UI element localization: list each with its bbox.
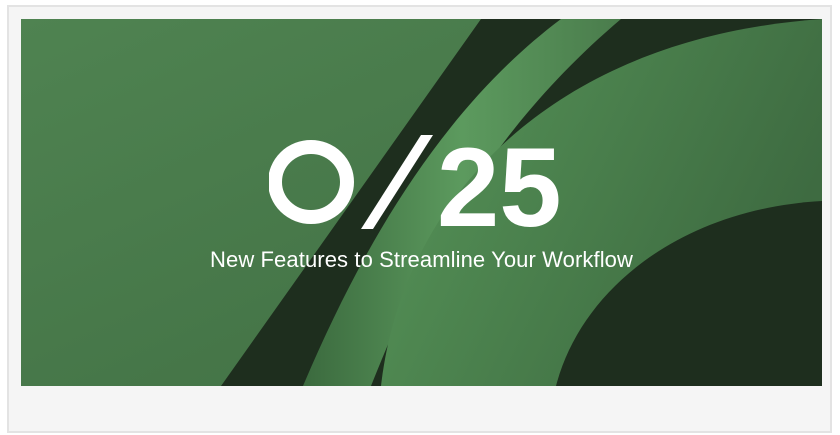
release-logo: 25 [269, 133, 562, 231]
banner-tagline: New Features to Streamline Your Workflow [210, 247, 633, 272]
ring-icon [269, 140, 354, 224]
logo-number: 25 [437, 133, 562, 231]
release-banner[interactable]: 25 New Features to Streamline Your Workf… [21, 19, 822, 386]
slash-icon [361, 135, 433, 229]
release-card: 25 New Features to Streamline Your Workf… [7, 5, 832, 433]
